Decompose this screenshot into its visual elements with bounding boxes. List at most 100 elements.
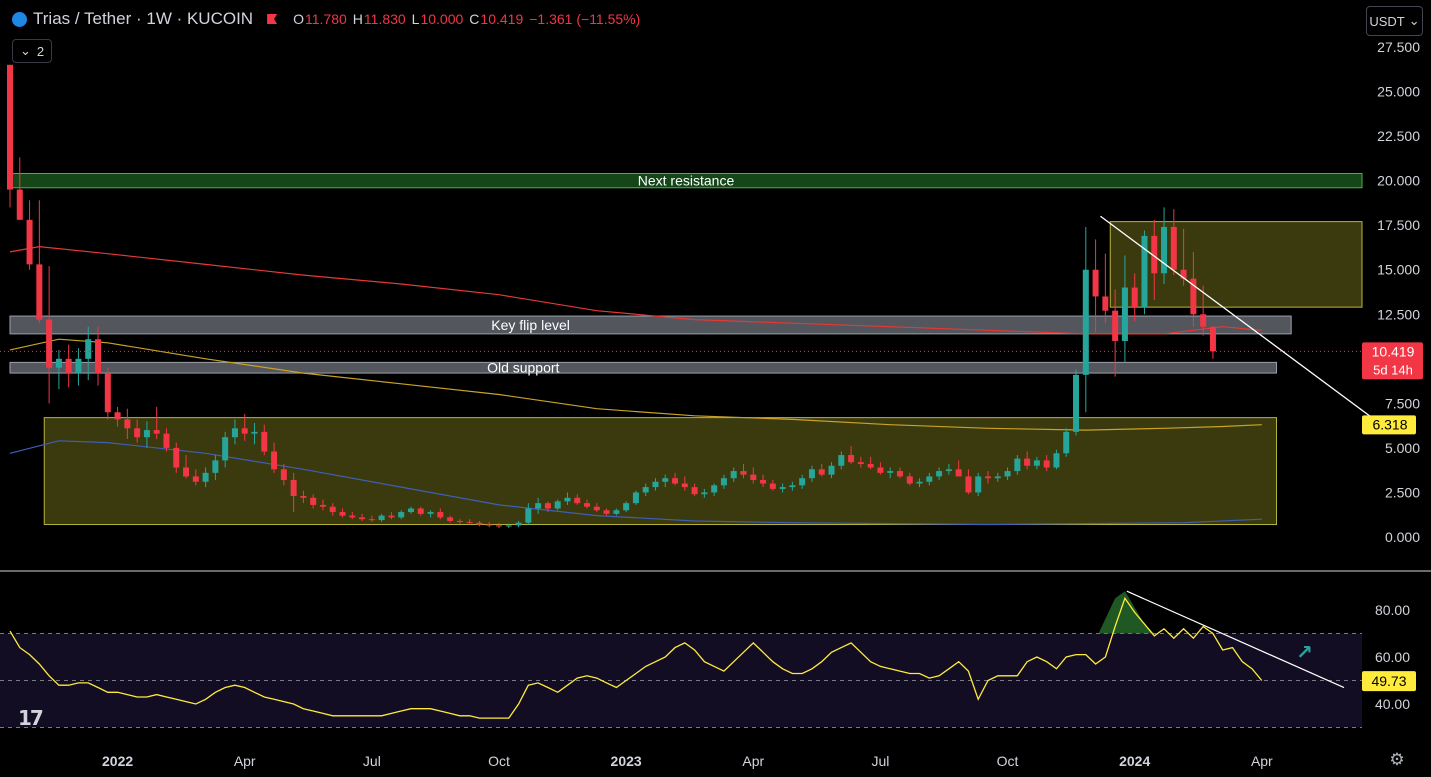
candle-body[interactable] [896, 471, 903, 477]
candle-body[interactable] [877, 467, 884, 473]
candle-body[interactable] [349, 515, 356, 518]
candle-body[interactable] [114, 412, 121, 420]
candle-body[interactable] [134, 428, 141, 438]
candle-body[interactable] [95, 339, 102, 374]
candle-body[interactable] [456, 520, 463, 522]
candle-body[interactable] [241, 428, 248, 434]
candle-body[interactable] [75, 358, 82, 374]
candle-body[interactable] [378, 515, 385, 521]
candle-body[interactable] [975, 476, 982, 493]
candle-body[interactable] [564, 497, 571, 502]
candle-body[interactable] [711, 485, 718, 493]
candle-body[interactable] [750, 474, 757, 480]
candle-body[interactable] [1014, 458, 1021, 472]
zone-key-flip-level[interactable] [9, 315, 1292, 335]
candle-body[interactable] [642, 487, 649, 493]
candle-body[interactable] [1033, 460, 1040, 466]
tradingview-logo[interactable]: 17 [18, 706, 44, 730]
candle-body[interactable] [535, 503, 542, 509]
candle-body[interactable] [55, 358, 62, 368]
candle-body[interactable] [300, 496, 307, 498]
candle-body[interactable] [26, 219, 33, 265]
candle-body[interactable] [1112, 310, 1119, 341]
candle-body[interactable] [574, 497, 581, 504]
candle-body[interactable] [769, 483, 776, 489]
candle-body[interactable] [65, 358, 72, 374]
candle-body[interactable] [466, 521, 473, 523]
candle-body[interactable] [632, 492, 639, 504]
candle-body[interactable] [290, 479, 297, 497]
candle-body[interactable] [515, 522, 522, 526]
candle-body[interactable] [838, 455, 845, 466]
candle-body[interactable] [1063, 431, 1070, 454]
candle-body[interactable] [85, 339, 92, 359]
candle-body[interactable] [945, 469, 952, 472]
candle-body[interactable] [46, 319, 53, 368]
candle-body[interactable] [740, 471, 747, 475]
candle-body[interactable] [779, 487, 786, 489]
symbol-title[interactable]: Trias / Tether · 1W · KUCOIN [33, 9, 253, 29]
candle-body[interactable] [319, 504, 326, 507]
candle-body[interactable] [965, 476, 972, 493]
candle-body[interactable] [1004, 471, 1011, 477]
candle-body[interactable] [173, 447, 180, 468]
candle-body[interactable] [1200, 314, 1207, 327]
candle-body[interactable] [672, 478, 679, 484]
candle-body[interactable] [916, 481, 923, 484]
candle-body[interactable] [662, 478, 669, 482]
candle-body[interactable] [525, 508, 532, 523]
candle-body[interactable] [593, 506, 600, 511]
candle-body[interactable] [1209, 326, 1216, 352]
candle-body[interactable] [16, 189, 23, 220]
candle-body[interactable] [427, 512, 434, 514]
candle-body[interactable] [496, 525, 502, 527]
zone-box-3[interactable] [43, 417, 1278, 526]
candle-body[interactable] [222, 437, 229, 461]
candle-body[interactable] [760, 479, 767, 484]
candle-body[interactable] [985, 476, 991, 479]
candle-body[interactable] [1121, 287, 1128, 341]
candle-body[interactable] [339, 512, 346, 516]
candle-body[interactable] [486, 524, 493, 526]
candle-body[interactable] [104, 373, 111, 413]
candle-body[interactable] [926, 476, 933, 482]
candle-body[interactable] [192, 476, 199, 482]
candle-body[interactable] [388, 515, 395, 518]
candle-body[interactable] [476, 522, 483, 525]
candle-body[interactable] [652, 481, 659, 488]
candle-body[interactable] [720, 478, 727, 486]
candle-body[interactable] [163, 433, 170, 448]
candle-body[interactable] [681, 483, 688, 488]
candle-body[interactable] [359, 517, 366, 520]
candle-body[interactable] [701, 492, 708, 495]
candle-body[interactable] [261, 431, 268, 452]
candle-body[interactable] [505, 525, 512, 527]
zone-box-4[interactable] [1109, 221, 1363, 308]
candle-body[interactable] [1161, 226, 1168, 274]
candle-body[interactable] [730, 471, 737, 479]
candle-body[interactable] [603, 510, 610, 514]
candle-body[interactable] [955, 469, 962, 477]
candle-body[interactable] [799, 478, 806, 486]
candle-body[interactable] [398, 512, 405, 518]
candle-body[interactable] [1170, 226, 1177, 270]
candle-body[interactable] [271, 451, 278, 470]
candle-body[interactable] [1073, 374, 1080, 432]
candle-body[interactable] [202, 472, 209, 482]
candle-body[interactable] [407, 508, 414, 513]
candle-body[interactable] [613, 510, 620, 514]
candle-body[interactable] [310, 497, 317, 505]
candle-body[interactable] [447, 517, 454, 521]
candle-body[interactable] [153, 430, 160, 434]
candle-body[interactable] [437, 512, 444, 518]
candle-body[interactable] [1082, 269, 1089, 375]
candle-body[interactable] [329, 506, 336, 513]
candle-body[interactable] [818, 469, 825, 475]
candle-body[interactable] [251, 431, 258, 434]
candle-body[interactable] [867, 463, 874, 468]
candle-body[interactable] [623, 503, 630, 511]
candle-body[interactable] [906, 476, 913, 484]
candle-body[interactable] [857, 462, 864, 464]
candle-body[interactable] [368, 519, 375, 521]
candle-body[interactable] [936, 471, 943, 477]
